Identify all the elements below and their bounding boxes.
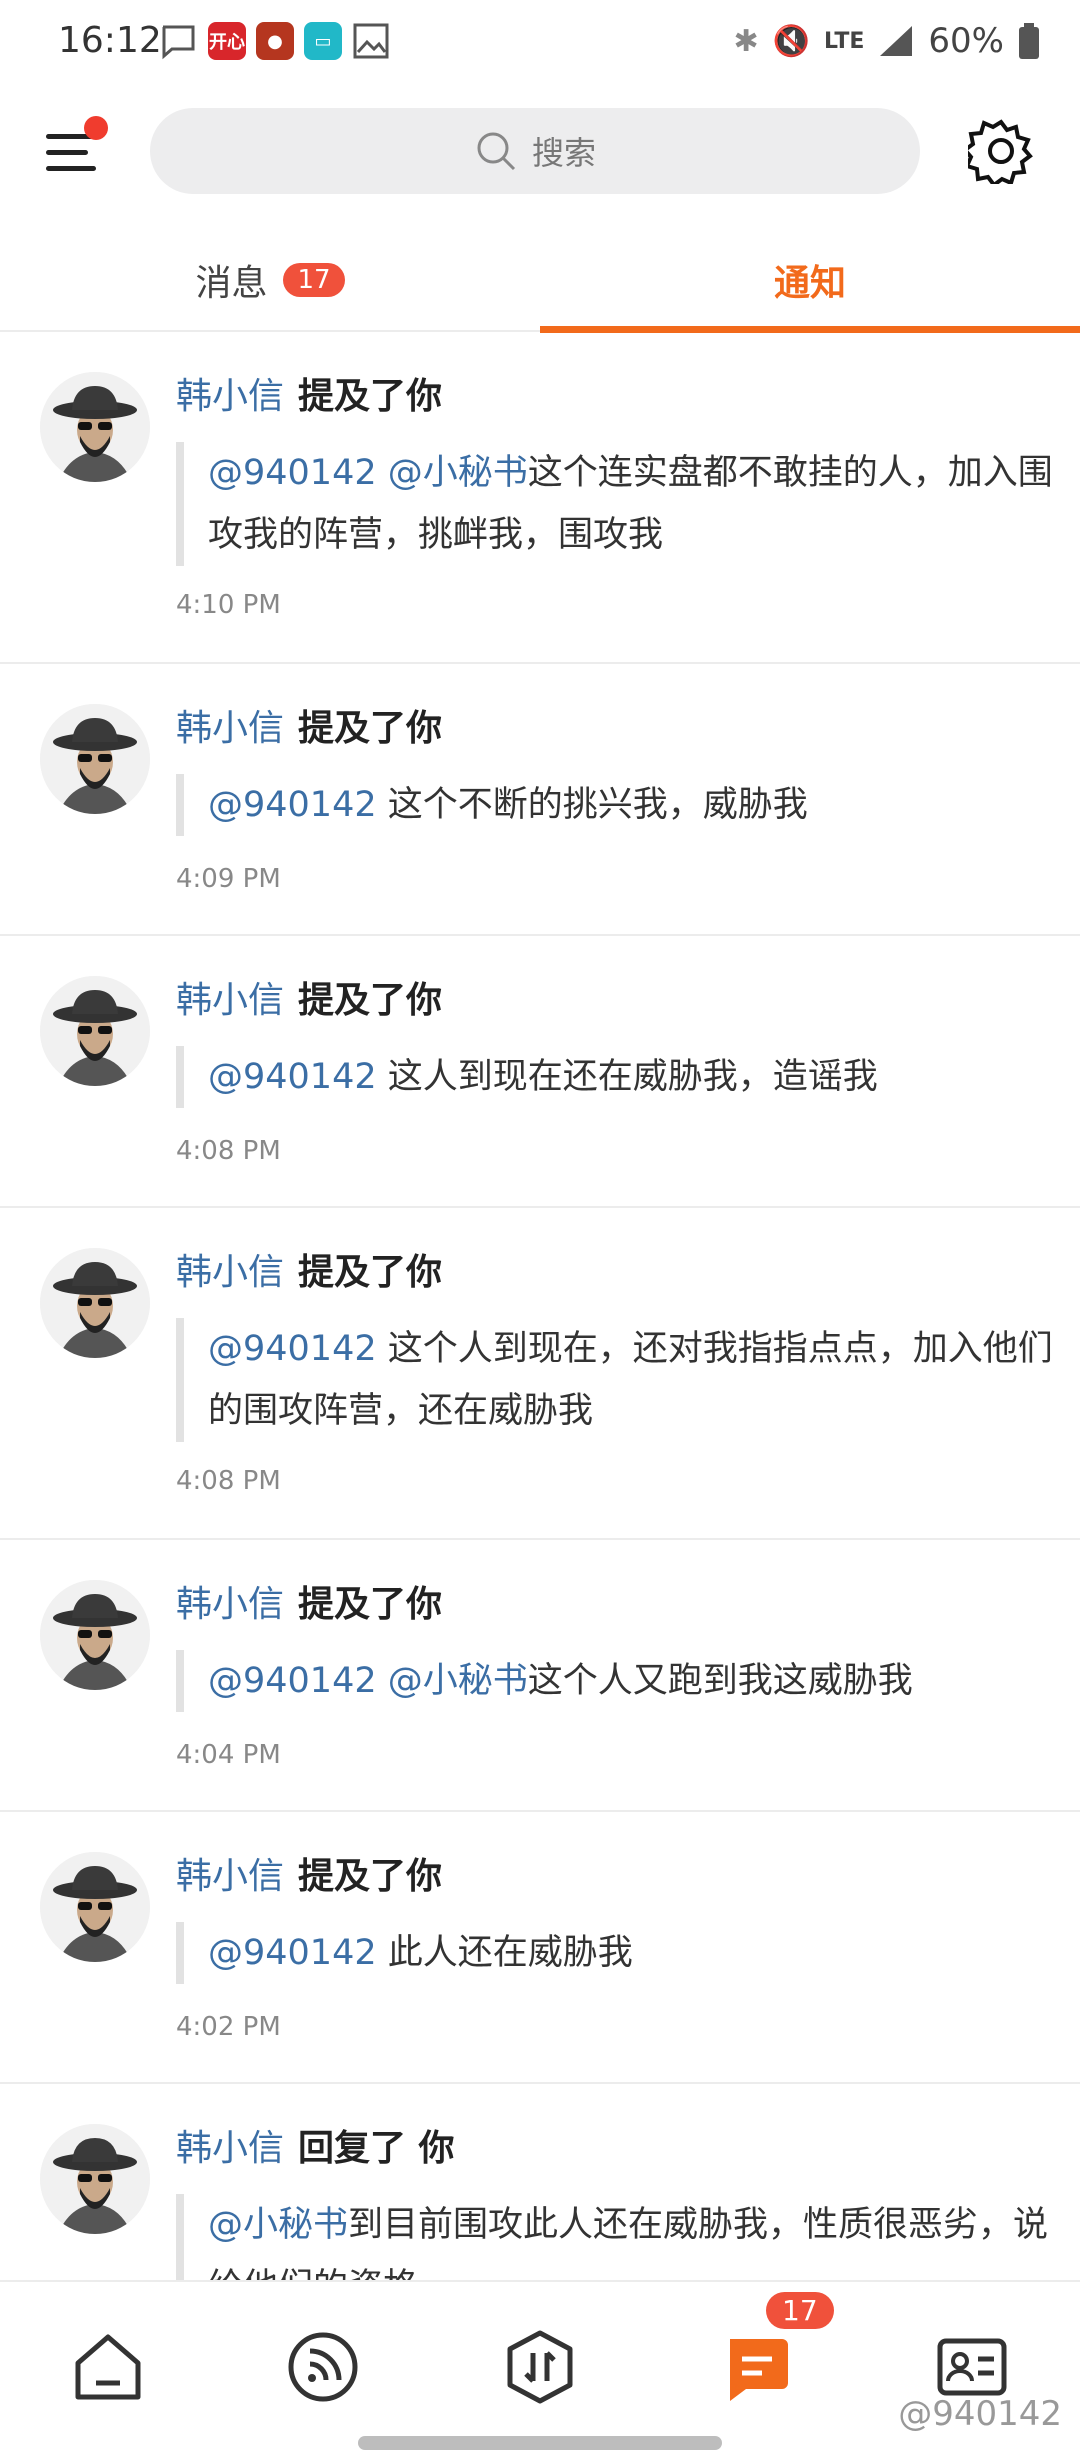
mention-quote[interactable]: @940142 @小秘书这个人又跑到我这威胁我 [176, 1650, 1068, 1712]
notification-time: 4:08 PM [176, 1466, 281, 1496]
user-name-link[interactable]: 韩小信 [176, 2128, 284, 2169]
tab-notifications-label: 通知 [773, 263, 846, 304]
notification-item[interactable]: 韩小信 提及了你 @940142 这人到现在还在威胁我，造谣我 4:08 PM [0, 936, 1080, 1208]
mention-quote[interactable]: @940142 @小秘书这个连实盘都不敢挂的人，加入围攻我的阵营，挑衅我，围攻我 [176, 442, 1068, 566]
notification-time: 4:04 PM [176, 1740, 281, 1770]
chat-icon [162, 25, 195, 60]
trade-icon [507, 2330, 573, 2404]
user-avatar[interactable] [40, 704, 150, 814]
notification-item[interactable]: 韩小信 提及了你 @940142 @小秘书这个连实盘都不敢挂的人，加入围攻我的阵营，… [0, 332, 1080, 664]
notification-time: 4:09 PM [176, 864, 281, 894]
notification-header: 韩小信 提及了你 [176, 372, 442, 422]
battery-percent: 60% [928, 21, 1004, 61]
mention-links[interactable]: @小秘书 [208, 2205, 348, 2245]
tab-messages-label: 消息 [195, 263, 268, 304]
notification-time: 4:08 PM [176, 1136, 281, 1166]
user-avatar[interactable] [40, 1852, 150, 1962]
signal-icon [880, 26, 913, 56]
home-icon [75, 2334, 141, 2400]
home-indicator[interactable] [358, 2436, 722, 2450]
bottom-nav: 17 [0, 2280, 1080, 2462]
notification-list[interactable]: 韩小信 提及了你 @940142 @小秘书这个连实盘都不敢挂的人，加入围攻我的阵营，… [0, 332, 1080, 2280]
tab-bar: 消息 17 通知 [0, 230, 1080, 333]
mention-links[interactable]: @940142 @小秘书 [208, 453, 528, 493]
watermark: @940142 [898, 2394, 1062, 2434]
status-time: 16:12 [58, 20, 162, 61]
network-type: LTE [824, 28, 865, 54]
tab-messages[interactable]: 消息 17 [0, 230, 540, 330]
menu-button[interactable] [44, 116, 108, 182]
notification-header: 韩小信 提及了你 [176, 1580, 442, 1630]
tab-notifications[interactable]: 通知 [540, 230, 1080, 330]
mention-links[interactable]: @940142 [208, 785, 377, 825]
chat-app-icon: ▭ [304, 22, 342, 60]
user-name-link[interactable]: 韩小信 [176, 980, 284, 1021]
notification-header: 韩小信 回复了 你 [176, 2124, 455, 2174]
mention-quote[interactable]: @940142 此人还在威胁我 [176, 1922, 1068, 1984]
system-icons: ✱ 🔇 LTE 60% [734, 16, 1041, 66]
nav-feed[interactable] [263, 2312, 383, 2422]
quote-text: 此人还在威胁我 [376, 1933, 633, 1973]
user-avatar[interactable] [40, 1580, 150, 1690]
mention-links[interactable]: @940142 @小秘书 [208, 1661, 528, 1701]
notification-item[interactable]: 韩小信 提及了你 @940142 这个不断的挑兴我，威胁我 4:09 PM [0, 664, 1080, 936]
search-icon [477, 132, 516, 171]
notification-time: 4:10 PM [176, 590, 281, 620]
notification-action: 提及了你 [298, 980, 443, 1021]
quote-text: 这个不断的挑兴我，威胁我 [376, 785, 808, 825]
menu-notification-dot [84, 116, 108, 140]
user-avatar[interactable] [40, 1248, 150, 1358]
notification-action: 提及了你 [298, 708, 443, 749]
nav-home[interactable] [48, 2312, 168, 2422]
mention-quote[interactable]: @940142 这人到现在还在威胁我，造谣我 [176, 1046, 1068, 1108]
messages-icon [730, 2339, 788, 2401]
app-notification-icon: 开心 [208, 22, 246, 60]
user-name-link[interactable]: 韩小信 [176, 1856, 284, 1897]
notification-item[interactable]: 韩小信 提及了你 @940142 这个人到现在，还对我指指点点，加入他们的围攻阵营，… [0, 1208, 1080, 1540]
mute-icon: 🔇 [772, 23, 810, 59]
user-name-link[interactable]: 韩小信 [176, 1252, 284, 1293]
notification-time: 4:02 PM [176, 2012, 281, 2042]
notification-action: 提及了你 [298, 376, 443, 417]
coin-app-icon: ● [256, 22, 294, 60]
notification-header: 韩小信 提及了你 [176, 976, 442, 1026]
mention-links[interactable]: @940142 [208, 1329, 377, 1369]
notification-action: 提及了你 [298, 1856, 443, 1897]
search-bar[interactable]: 搜索 [150, 108, 920, 194]
notification-header: 韩小信 提及了你 [176, 1248, 442, 1298]
mention-links[interactable]: @940142 [208, 1933, 377, 1973]
bluetooth-icon: ✱ [733, 23, 759, 59]
search-placeholder: 搜索 [531, 134, 596, 172]
notification-action: 回复了 你 [298, 2128, 455, 2169]
notification-icons: 开心 ● ▭ [158, 16, 390, 66]
nav-trade[interactable] [480, 2312, 600, 2422]
mention-quote[interactable]: @940142 这个不断的挑兴我，威胁我 [176, 774, 1068, 836]
user-name-link[interactable]: 韩小信 [176, 708, 284, 749]
notification-header: 韩小信 提及了你 [176, 704, 442, 754]
user-avatar[interactable] [40, 372, 150, 482]
notification-action: 提及了你 [298, 1584, 443, 1625]
notification-item[interactable]: 韩小信回复了 你 @小秘书到目前围攻此人还在威胁我，性质很恶劣，说给他们的资格 [0, 2084, 1080, 2280]
user-name-link[interactable]: 韩小信 [176, 376, 284, 417]
battery-icon [1019, 23, 1039, 59]
user-name-link[interactable]: 韩小信 [176, 1584, 284, 1625]
mention-quote[interactable]: @小秘书到目前围攻此人还在威胁我，性质很恶劣，说给他们的资格 [176, 2194, 1068, 2280]
notification-item[interactable]: 韩小信 提及了你 @940142 @小秘书这个人又跑到我这威胁我 4:04 PM [0, 1540, 1080, 1812]
quote-text: 这个人又跑到我这威胁我 [527, 1661, 913, 1701]
notification-header: 韩小信 提及了你 [176, 1852, 442, 1902]
settings-gear-icon[interactable] [968, 118, 1034, 184]
notification-action: 提及了你 [298, 1252, 443, 1293]
user-avatar[interactable] [40, 2124, 150, 2234]
image-icon [353, 23, 389, 59]
top-header: 搜索 [0, 100, 1080, 200]
notification-item[interactable]: 韩小信 提及了你 @940142 此人还在威胁我 4:02 PM [0, 1812, 1080, 2084]
mention-links[interactable]: @940142 [208, 1057, 377, 1097]
nav-messages-badge: 17 [766, 2292, 834, 2329]
status-bar: 16:12 开心 ● ▭ ✱ 🔇 LTE 60% [0, 0, 1080, 84]
quote-text: 这人到现在还在威胁我，造谣我 [376, 1057, 878, 1097]
tab-messages-badge: 17 [283, 263, 345, 297]
user-avatar[interactable] [40, 976, 150, 1086]
feed-icon [288, 2332, 358, 2402]
mention-quote[interactable]: @940142 这个人到现在，还对我指指点点，加入他们的围攻阵营，还在威胁我 [176, 1318, 1068, 1442]
